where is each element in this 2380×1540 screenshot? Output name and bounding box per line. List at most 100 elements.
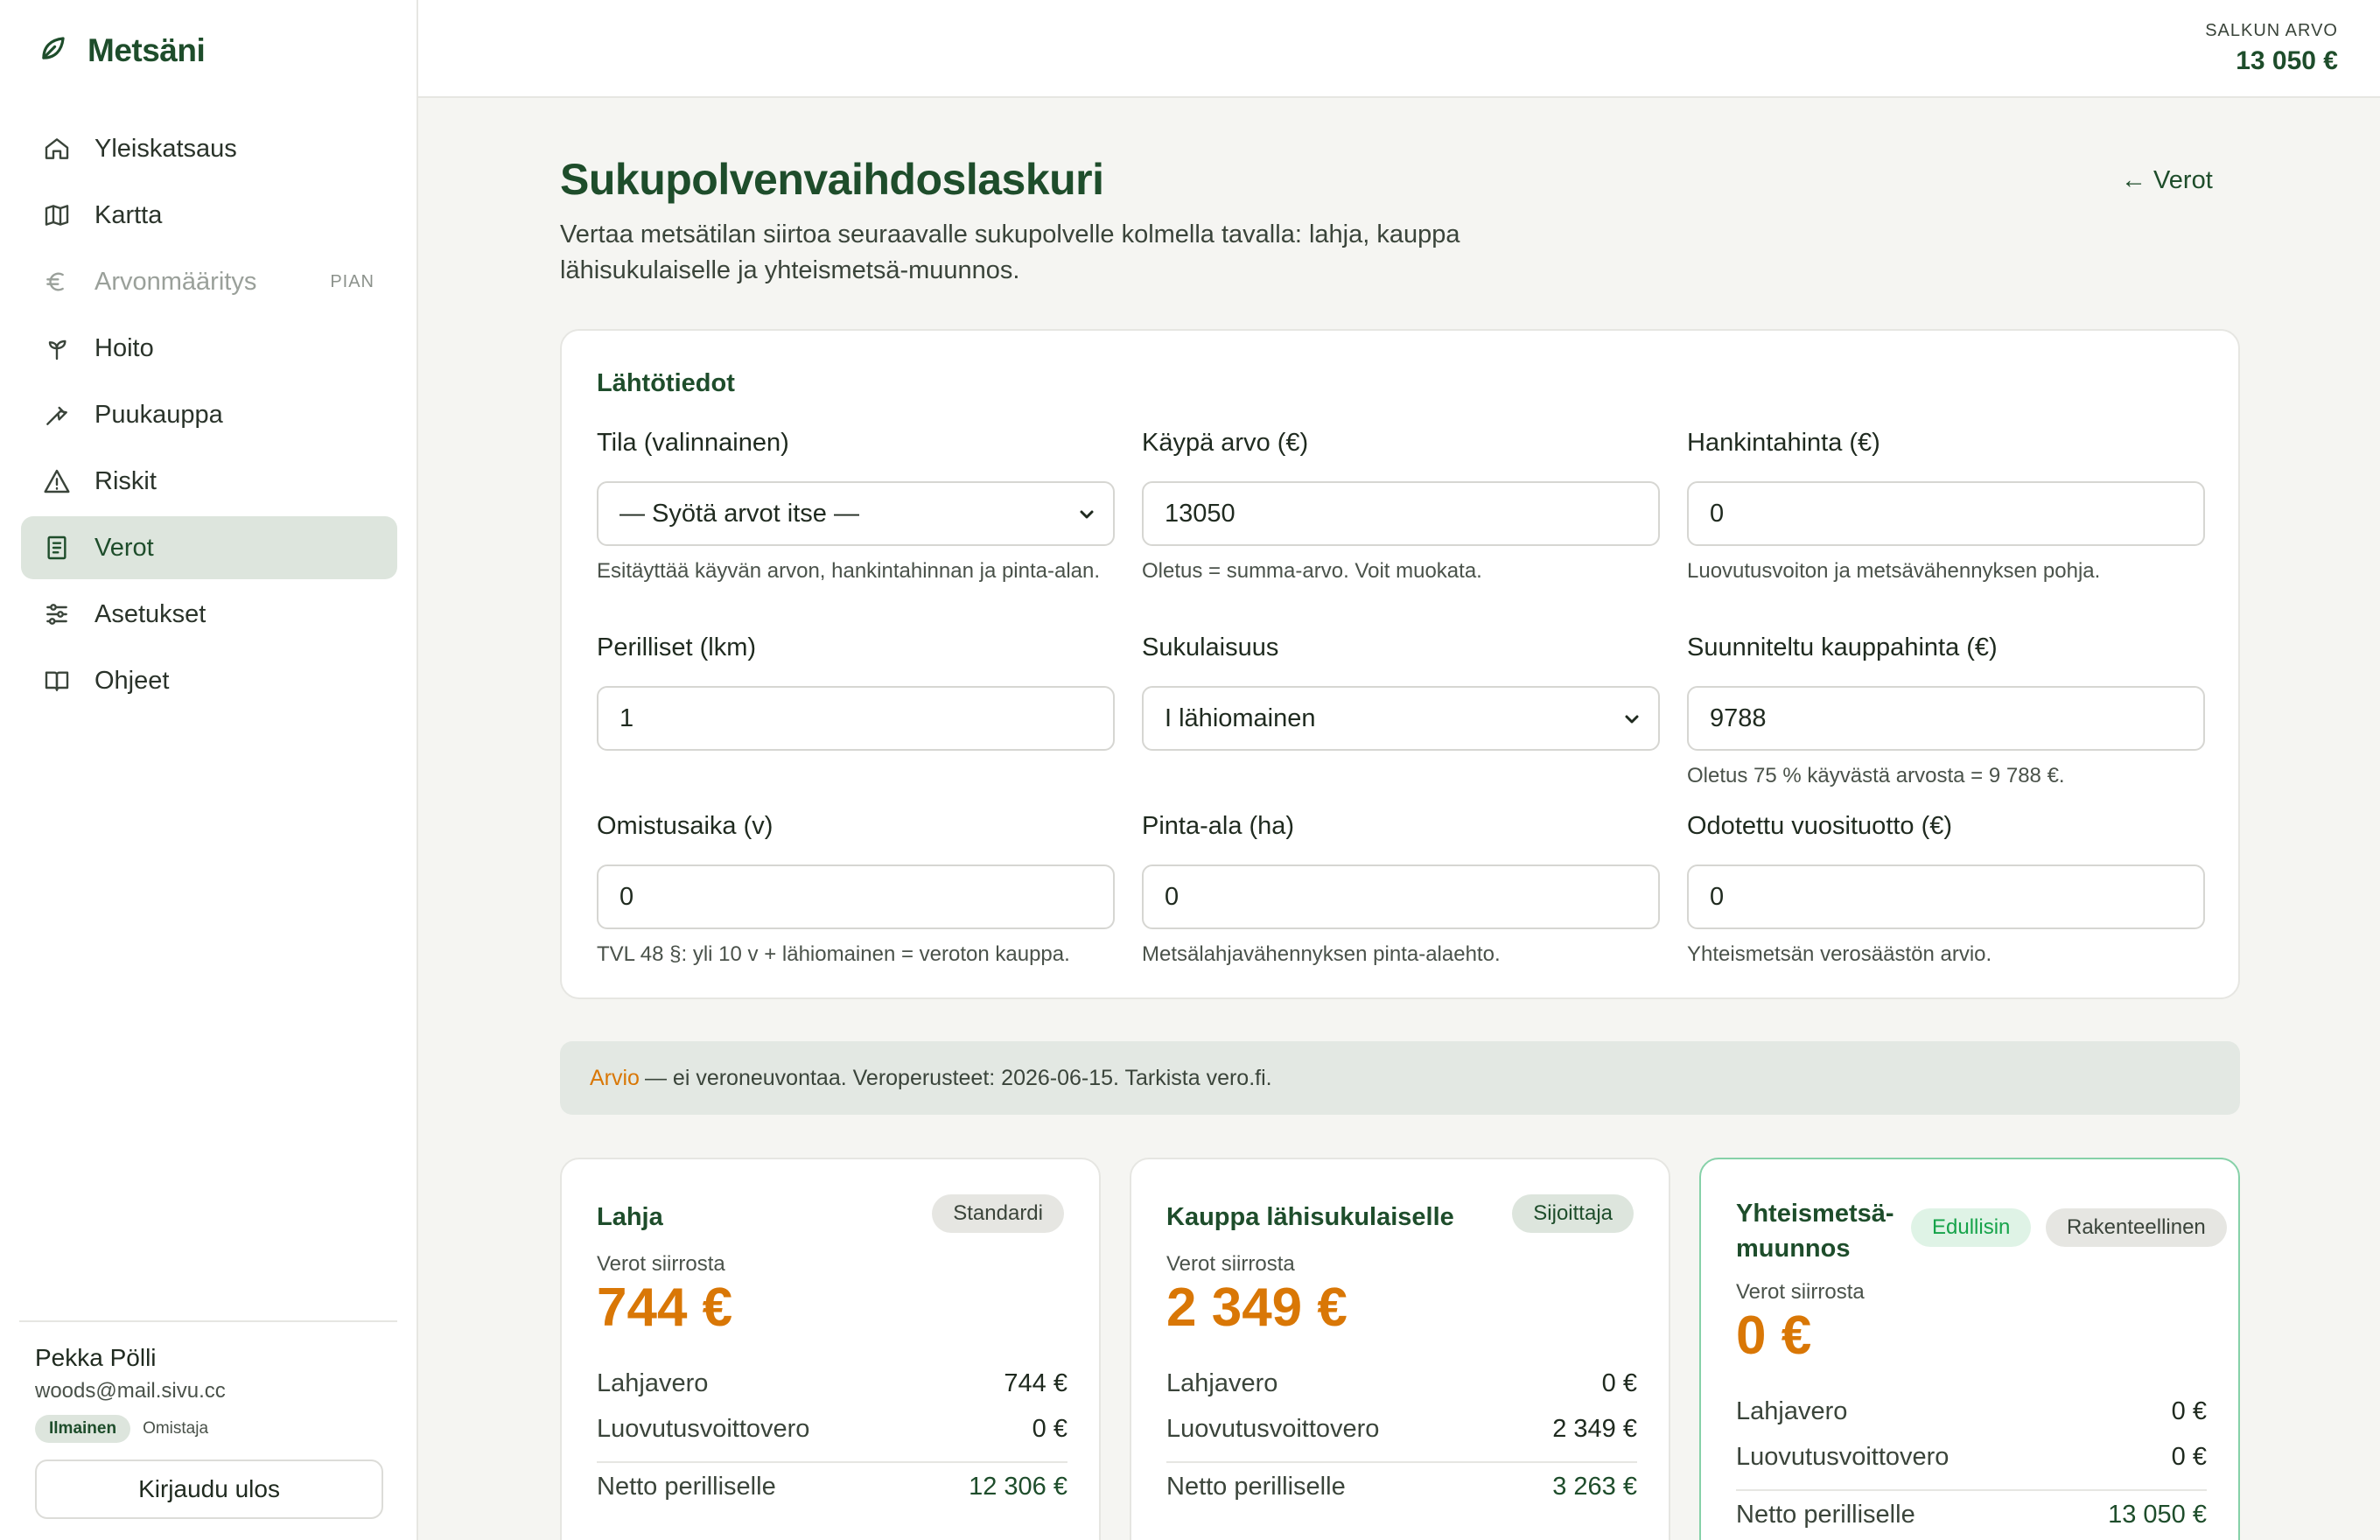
sidebar-item-hoito[interactable]: Hoito: [21, 317, 397, 380]
sidebar-nav: Yleiskatsaus Kartta Arvonmääritys PIAN H…: [21, 117, 397, 716]
chevron-down-icon: [1080, 510, 1094, 519]
result-card-yhteismetsa: Yhteismetsä- muunnos Edullisin Rakenteel…: [1699, 1158, 2240, 1540]
field-perilliset: Perilliset (lkm) 1: [597, 634, 1115, 751]
app-name: Metsäni: [88, 32, 206, 68]
result-row: Luovutusvoittovero 0 €: [597, 1415, 1068, 1444]
sidebar-item-label: Ohjeet: [94, 666, 170, 695]
result-row: Lahjavero 0 €: [1166, 1369, 1637, 1398]
result-row: Lahjavero 0 €: [1736, 1397, 2207, 1426]
field-kauppahinta: Suunniteltu kauppahinta (€) 9788 Oletus …: [1687, 634, 2205, 789]
sidebar-item-label: Riskit: [94, 466, 157, 495]
field-help: Oletus 75 % käyvästä arvosta = 9 788 €.: [1687, 764, 2065, 788]
field-hankintahinta: Hankintahinta (€) 0 Luovutusvoiton ja me…: [1687, 429, 2205, 584]
sidebar-item-arvonmaaritys: Arvonmääritys PIAN: [21, 250, 397, 313]
field-label: Suunniteltu kauppahinta (€): [1687, 634, 1998, 662]
row-value: 0 €: [2171, 1443, 2207, 1471]
select-value: — Syötä arvot itse —: [620, 499, 859, 528]
field-label: Odotettu vuosituotto (€): [1687, 812, 1953, 840]
row-label: Luovutusvoittovero: [597, 1415, 810, 1443]
row-value: 0 €: [1032, 1415, 1068, 1443]
result-badge: Sijoittaja: [1512, 1194, 1634, 1233]
relationship-select[interactable]: I lähiomainen: [1142, 686, 1660, 751]
user-name: Pekka Pölli: [35, 1344, 157, 1371]
row-label: Lahjavero: [1166, 1369, 1278, 1397]
sidebar-item-label: Hoito: [94, 333, 154, 362]
portfolio-value: 13 050 €: [2236, 46, 2338, 75]
result-amount: 0 €: [1736, 1306, 1812, 1366]
field-label: Hankintahinta (€): [1687, 429, 1880, 457]
leaf-icon: [37, 32, 70, 69]
farm-select[interactable]: — Syötä arvot itse —: [597, 481, 1115, 546]
field-label: Pinta-ala (ha): [1142, 812, 1295, 840]
sidebar-item-kartta[interactable]: Kartta: [21, 184, 397, 247]
field-label: Omistusaika (v): [597, 812, 774, 840]
page-subtitle: Vertaa metsätilan siirtoa seuraavalle su…: [560, 220, 1460, 284]
sidebar-item-puukauppa[interactable]: Puukauppa: [21, 383, 397, 446]
ownership-years-input[interactable]: 0: [597, 864, 1115, 929]
sidebar-item-riskit[interactable]: Riskit: [21, 450, 397, 513]
result-divider: [1166, 1461, 1637, 1463]
row-label: Netto perilliselle: [597, 1473, 776, 1501]
result-net-row: Netto perilliselle 3 263 €: [1166, 1473, 1637, 1502]
acquisition-price-input[interactable]: 0: [1687, 481, 2205, 546]
sale-price-input[interactable]: 9788: [1687, 686, 2205, 751]
row-label: Netto perilliselle: [1736, 1501, 1915, 1529]
best-badge: Edullisin: [1911, 1208, 2032, 1247]
logo[interactable]: Metsäni: [37, 32, 206, 69]
result-amount: 744 €: [597, 1278, 733, 1338]
field-label: Sukulaisuus: [1142, 634, 1279, 662]
fair-value-input[interactable]: 13050: [1142, 481, 1660, 546]
result-amount: 2 349 €: [1166, 1278, 1348, 1338]
sidebar-item-yleiskatsaus[interactable]: Yleiskatsaus: [21, 117, 397, 180]
role-label: Omistaja: [143, 1419, 209, 1438]
sidebar-item-label: Verot: [94, 533, 154, 562]
sidebar-item-label: Yleiskatsaus: [94, 134, 237, 163]
field-vuosituotto: Odotettu vuosituotto (€) 0 Yhteismetsän …: [1687, 812, 2205, 968]
section-title: Lähtötiedot: [597, 369, 735, 397]
coming-soon-badge: PIAN: [330, 271, 374, 291]
result-title: Kauppa lähisukulaiselle: [1166, 1203, 1454, 1231]
disclaimer-notice: Arvio — ei veroneuvontaa. Veroperusteet:…: [560, 1041, 2240, 1115]
field-pinta-ala: Pinta-ala (ha) 0 Metsälahjavähennyksen p…: [1142, 812, 1660, 968]
row-label: Luovutusvoittovero: [1736, 1443, 1950, 1471]
area-input[interactable]: 0: [1142, 864, 1660, 929]
field-sukulaisuus: Sukulaisuus I lähiomainen: [1142, 634, 1660, 751]
plan-badge: Ilmainen: [35, 1415, 131, 1443]
sidebar-item-label: Asetukset: [94, 599, 206, 628]
field-help: Esitäyttää käyvän arvon, hankintahinnan …: [597, 559, 1101, 583]
sidebar-item-verot[interactable]: Verot: [21, 516, 397, 579]
heirs-count-input[interactable]: 1: [597, 686, 1115, 751]
logout-button[interactable]: Kirjaudu ulos: [35, 1460, 383, 1519]
back-link[interactable]: ← Verot: [2121, 166, 2213, 195]
field-help: Metsälahjavähennyksen pinta-alaehto.: [1142, 942, 1501, 966]
result-row: Lahjavero 744 €: [597, 1369, 1068, 1398]
result-net-row: Netto perilliselle 12 306 €: [597, 1473, 1068, 1502]
home-icon: [42, 134, 72, 164]
result-title: Yhteismetsä- muunnos: [1736, 1196, 1894, 1266]
page-title: Sukupolvenvaihdoslaskuri: [560, 155, 1104, 204]
sidebar-item-asetukset[interactable]: Asetukset: [21, 583, 397, 646]
row-label: Netto perilliselle: [1166, 1473, 1346, 1501]
sidebar-item-ohjeet[interactable]: Ohjeet: [21, 649, 397, 712]
row-value: 744 €: [1004, 1369, 1068, 1397]
field-omistusaika: Omistusaika (v) 0 TVL 48 §: yli 10 v + l…: [597, 812, 1115, 968]
sidebar-item-label: Kartta: [94, 200, 163, 229]
user-email: woods@mail.sivu.cc: [35, 1379, 226, 1403]
row-label: Lahjavero: [1736, 1397, 1848, 1425]
book-icon: [42, 666, 72, 696]
sidebar-item-label: Puukauppa: [94, 400, 223, 429]
map-icon: [42, 200, 72, 230]
result-title-line: Yhteismetsä-: [1736, 1200, 1894, 1228]
field-label: Tila (valinnainen): [597, 429, 789, 457]
row-value: 13 050 €: [2108, 1501, 2207, 1529]
field-help: Oletus = summa-arvo. Voit muokata.: [1142, 559, 1482, 583]
field-help: Yhteismetsän verosäästön arvio.: [1687, 942, 1992, 966]
field-kaypa-arvo: Käypä arvo (€) 13050 Oletus = summa-arvo…: [1142, 429, 1660, 584]
sidebar-item-label: Arvonmääritys: [94, 267, 257, 296]
row-value: 2 349 €: [1552, 1415, 1637, 1443]
axe-icon: [42, 400, 72, 430]
result-divider: [597, 1461, 1068, 1463]
annual-yield-input[interactable]: 0: [1687, 864, 2205, 929]
result-title-line: muunnos: [1736, 1235, 1851, 1263]
field-label: Perilliset (lkm): [597, 634, 757, 662]
